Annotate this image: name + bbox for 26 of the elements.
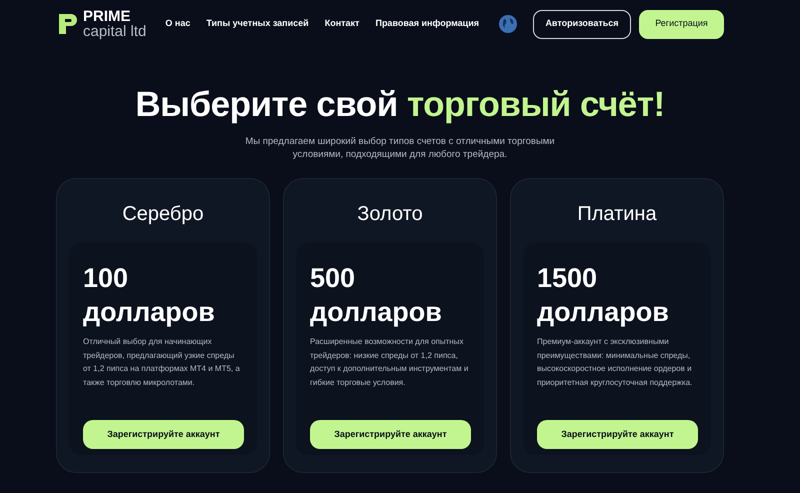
price-amount: 100 (83, 262, 130, 296)
price-currency: долларов (83, 296, 216, 330)
plan-name: Платина (576, 202, 658, 228)
register-button[interactable]: Регистрация (639, 10, 724, 38)
plan-name: Золото (356, 202, 424, 228)
signup-button[interactable]: Зарегистрируйте аккаунт (537, 420, 698, 450)
globe-icon[interactable] (499, 15, 517, 33)
page-heading: Выберите свой торговый счёт! (134, 86, 666, 124)
plan-description: Премиум-аккаунт с эксклюзивными преимуществами: минимальные спреды, высокоскоростное исполнение ордеров и приоритетная круглосуточная поддержка. (537, 336, 694, 389)
nav-link[interactable]: Контакт (324, 17, 360, 31)
price-currency: долларов (537, 296, 670, 330)
plan-description: Расширенные возможности для опытных трейдеров: низкие спреды от 1,2 пипса, доступ к дополнительным инструментам и гибкие торговые условия. (310, 336, 470, 389)
price-amount: 1500 (537, 262, 598, 296)
signup-button[interactable]: Зарегистрируйте аккаунт (310, 420, 471, 450)
logo-name: PRIME (83, 9, 132, 24)
nav-link[interactable]: О нас (165, 17, 190, 31)
plan-description: Отличный выбор для начинающих трейдеров, предлагающий узкие спреды от 1,2 пипса на платформах MT4 и MT5, а также торговлю микролотами. (83, 336, 241, 389)
signup-button[interactable]: Зарегистрируйте аккаунт (83, 420, 244, 450)
page-subtitle: Мы предлагаем широкий выбор типов счетов с отличными торговыми условиями, подходящими для любого трейдера. (244, 134, 556, 162)
nav-link[interactable]: Правовая информация (375, 17, 479, 31)
login-button[interactable]: Авторизоваться (533, 10, 631, 38)
nav-link[interactable]: Типы учетных записей (206, 17, 309, 31)
plan-name: Серебро (121, 202, 205, 228)
logo-subtitle: capital ltd (83, 24, 146, 39)
price-currency: долларов (310, 296, 443, 330)
price-amount: 500 (310, 262, 356, 296)
